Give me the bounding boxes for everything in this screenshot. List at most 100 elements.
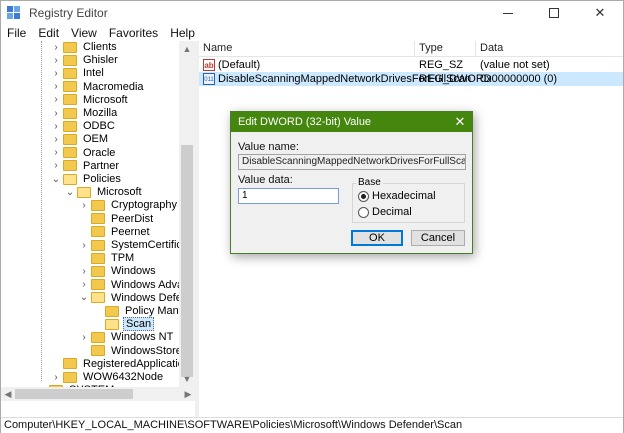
registry-tree: › Clients › Ghisler › Intel › Macromedia › Micros… [1,41,195,401]
tree-item[interactable]: ⌄ Policies [51,172,123,186]
dword-value-icon: 011 [203,73,215,85]
expand-icon[interactable]: › [51,41,61,54]
tree-item-label: Mozilla [83,107,118,119]
menu-edit[interactable]: Edit [32,25,65,41]
tree-item[interactable]: › Microsoft [51,93,130,107]
tree-item[interactable]: ›Windows Advanced [79,278,195,292]
tree-item[interactable]: Scan [93,317,155,332]
folder-icon [91,331,105,343]
tree-item[interactable]: PeerDist [79,212,155,226]
column-header-data[interactable]: Data [476,41,623,57]
expand-icon[interactable]: › [79,238,89,252]
tree-item-label: Oracle [83,146,116,159]
tree-item[interactable]: › Mozilla [51,106,119,120]
folder-icon [91,345,105,357]
expand-icon[interactable]: › [51,66,61,80]
expand-icon[interactable]: › [51,159,61,173]
expand-icon[interactable]: › [51,146,61,160]
expand-icon[interactable]: › [79,264,89,278]
tree-item[interactable]: RegisteredApplications [51,357,195,371]
folder-icon [63,41,77,53]
scroll-right-icon[interactable]: ▶ [181,387,195,401]
title-bar: Registry Editor ✕ [1,1,623,25]
collapse-icon[interactable]: ⌄ [51,172,61,186]
tree-item-label: Scan [123,317,155,332]
expand-icon[interactable]: › [51,106,61,120]
expand-icon[interactable]: › [51,119,61,133]
expand-icon[interactable]: › [51,53,61,67]
edit-dword-dialog: Edit DWORD (32-bit) Value ✕ Value name: … [230,111,473,254]
column-header-name[interactable]: Name [199,41,415,57]
tree-item[interactable]: › Clients [51,41,119,54]
decimal-radio[interactable] [358,206,369,218]
menu-bar: File Edit View Favorites Help [1,25,623,41]
scroll-left-icon[interactable]: ◀ [1,387,15,401]
tree-item[interactable]: › ODBC [51,119,117,133]
folder-icon [63,54,77,66]
expand-icon[interactable]: › [51,370,61,384]
tree-item[interactable]: › OEM [51,132,110,146]
tree-vertical-scroll-thumb[interactable] [181,145,193,377]
menu-help[interactable]: Help [164,25,201,41]
tree-item[interactable]: WindowsStore [79,344,184,358]
folder-icon [63,81,77,93]
tree-item[interactable]: › Windows [79,264,158,278]
tree-item[interactable]: TPM [79,251,136,265]
expand-icon[interactable]: › [79,198,89,212]
folder-icon [91,239,105,251]
scroll-up-icon[interactable]: ▲ [179,41,195,57]
tree-item[interactable]: › SystemCertificates [79,238,195,252]
decimal-radio-option[interactable]: Decimal [358,205,412,219]
tree-item[interactable]: › Intel [51,66,106,80]
tree-item-label: Windows [111,265,156,278]
folder-icon [63,94,77,106]
hexadecimal-radio[interactable] [358,190,369,202]
hexadecimal-radio-option[interactable]: Hexadecimal [358,189,436,203]
tree-horizontal-scroll-thumb[interactable] [15,389,133,399]
menu-file[interactable]: File [1,25,32,41]
tree-horizontal-scrollbar[interactable]: ◀ ▶ [1,387,195,401]
value-data-label: Value data: [238,174,293,186]
value-data-input[interactable]: 1 [238,188,339,204]
expand-icon[interactable]: › [79,278,89,292]
list-row-disable-scanning[interactable]: 011 DisableScanningMappedNetworkDrivesFo… [199,72,623,86]
value-name-field[interactable]: DisableScanningMappedNetworkDrivesForFul… [238,154,466,170]
tree-vertical-scrollbar[interactable]: ▲ ▼ [179,41,195,387]
tree-item[interactable]: › WOW6432Node [51,370,165,384]
column-header-type[interactable]: Type [415,41,476,57]
value-name: (Default) [218,59,261,71]
tree-item[interactable]: › Oracle [51,146,117,160]
menu-favorites[interactable]: Favorites [103,25,164,41]
folder-icon [63,133,77,145]
cancel-button[interactable]: Cancel [411,230,465,246]
tree-item[interactable]: › Partner [51,159,121,173]
tree-item[interactable]: › Windows NT [79,330,175,344]
menu-view[interactable]: View [65,25,103,41]
tree-item[interactable]: › Ghisler [51,53,120,67]
tree-item[interactable]: Peernet [79,225,152,239]
folder-icon [91,279,105,291]
expand-icon[interactable]: › [51,93,61,107]
maximize-button[interactable] [531,1,577,25]
folder-icon [91,213,105,225]
expand-icon[interactable]: › [51,132,61,146]
expand-icon[interactable]: › [51,80,61,94]
tree-item[interactable]: › Macromedia [51,80,146,94]
collapse-icon[interactable]: ⌄ [79,291,89,305]
base-label: Base [356,177,383,188]
minimize-button[interactable] [485,1,531,25]
scroll-down-icon[interactable]: ▼ [179,371,195,387]
tree-item[interactable]: ⌄ Windows Defender [79,291,195,305]
ok-button[interactable]: OK [351,230,403,246]
expand-icon[interactable]: › [79,330,89,344]
dialog-title: Edit DWORD (32-bit) Value [238,116,372,128]
close-button[interactable]: ✕ [577,1,623,25]
list-row-default[interactable]: ab (Default) REG_SZ (value not set) [199,58,623,72]
collapse-icon[interactable]: ⌄ [65,185,75,199]
tree-item[interactable]: ⌄ Microsoft [65,185,144,199]
tree-item[interactable]: › Cryptography [79,198,179,212]
dialog-close-button[interactable]: ✕ [452,112,468,132]
